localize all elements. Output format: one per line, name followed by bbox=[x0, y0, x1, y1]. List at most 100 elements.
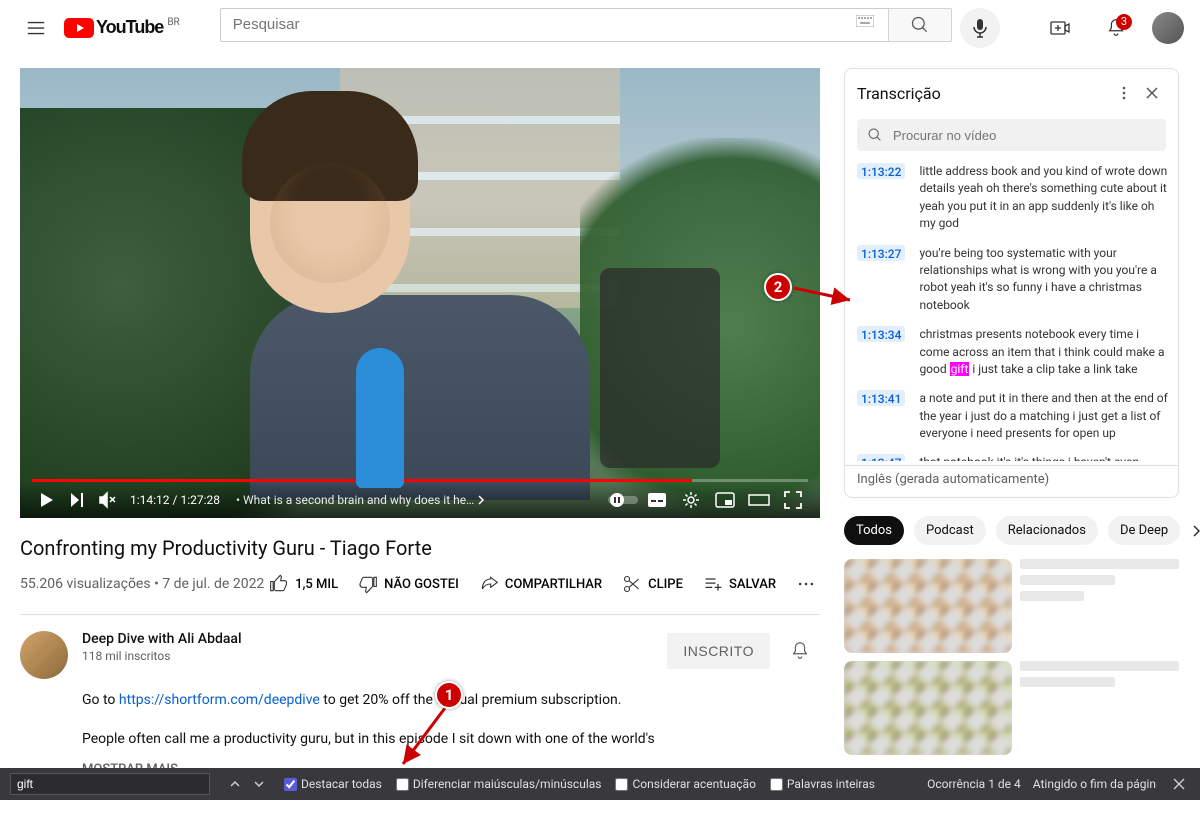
match-case-checkbox[interactable]: Diferenciar maiúsculas/minúsculas bbox=[396, 777, 602, 791]
find-prev-button[interactable] bbox=[224, 773, 246, 795]
annotation-arrow-1 bbox=[395, 706, 455, 774]
channel-row: Deep Dive with Ali Abdaal 118 mil inscri… bbox=[20, 631, 820, 679]
transcript-options-button[interactable] bbox=[1110, 79, 1138, 107]
search-icon bbox=[910, 15, 930, 35]
channel-avatar[interactable] bbox=[20, 631, 68, 679]
transcript-text: christmas presents notebook every time i… bbox=[919, 326, 1170, 378]
transcript-timestamp[interactable]: 1:13:34 bbox=[857, 326, 905, 342]
voice-search-button[interactable] bbox=[960, 8, 1000, 48]
menu-button[interactable] bbox=[16, 8, 56, 48]
chip-channel[interactable]: De Deep bbox=[1108, 516, 1180, 545]
notifications-button[interactable]: 3 bbox=[1096, 8, 1136, 48]
transcript-search[interactable] bbox=[857, 119, 1166, 151]
transcript-list[interactable]: 1:13:22 little address book and you kind … bbox=[845, 159, 1178, 461]
related-videos bbox=[844, 559, 1179, 755]
search-button[interactable] bbox=[888, 8, 952, 42]
chevron-down-icon bbox=[254, 779, 264, 789]
video-meta: 55.206 visualizações • 7 de jul. de 2022… bbox=[20, 568, 820, 600]
create-button[interactable] bbox=[1040, 8, 1080, 48]
whole-words-checkbox[interactable]: Palavras inteiras bbox=[770, 777, 875, 791]
video-player[interactable]: 1:14:12 / 1:27:28 • What is a second bra… bbox=[20, 68, 820, 518]
settings-button[interactable] bbox=[676, 485, 706, 515]
match-accents-checkbox[interactable]: Considerar acentuação bbox=[615, 777, 755, 791]
share-button[interactable]: COMPARTILHAR bbox=[475, 568, 606, 600]
transcript-panel: Transcrição 1:13:22 little address book a… bbox=[844, 68, 1179, 498]
chips-next-button[interactable] bbox=[1190, 524, 1200, 538]
filter-chips: Todos Podcast Relacionados De Deep bbox=[844, 516, 1179, 545]
transcript-row[interactable]: 1:13:47 that notebook it's it's things i … bbox=[857, 450, 1174, 461]
search-input[interactable] bbox=[220, 8, 888, 42]
share-icon bbox=[479, 574, 499, 594]
more-actions-button[interactable] bbox=[792, 568, 820, 600]
like-button[interactable]: 1,5 MIL bbox=[265, 568, 342, 600]
search-bar bbox=[220, 8, 1000, 48]
chip-related[interactable]: Relacionados bbox=[996, 516, 1098, 545]
player-controls: 1:14:12 / 1:27:28 • What is a second bra… bbox=[20, 482, 820, 518]
description-link[interactable]: https://shortform.com/deepdive bbox=[119, 692, 320, 708]
chevron-up-icon bbox=[230, 779, 240, 789]
find-end-reached: Atingido o fim da págin bbox=[1033, 777, 1156, 791]
next-button[interactable] bbox=[62, 485, 92, 515]
save-button[interactable]: SALVAR bbox=[699, 568, 780, 600]
transcript-row[interactable]: 1:13:34 christmas presents notebook every… bbox=[857, 322, 1174, 386]
transcript-timestamp[interactable]: 1:13:27 bbox=[857, 245, 905, 261]
chip-all[interactable]: Todos bbox=[844, 516, 904, 545]
close-transcript-button[interactable] bbox=[1138, 79, 1166, 107]
youtube-logo[interactable]: YouTube BR bbox=[64, 17, 180, 38]
transcript-text: little address book and you kind of wrot… bbox=[919, 163, 1170, 233]
close-icon bbox=[1173, 778, 1185, 790]
channel-name[interactable]: Deep Dive with Ali Abdaal bbox=[82, 631, 653, 647]
transcript-text: you're being too systematic with your re… bbox=[919, 245, 1170, 315]
subscribed-button[interactable]: INSCRITO bbox=[667, 633, 770, 669]
transcript-timestamp[interactable]: 1:13:22 bbox=[857, 163, 905, 179]
theater-button[interactable] bbox=[744, 485, 774, 515]
close-findbar-button[interactable] bbox=[1168, 773, 1190, 795]
transcript-row[interactable]: 1:13:22 little address book and you kind … bbox=[857, 159, 1174, 241]
subtitles-button[interactable] bbox=[642, 485, 672, 515]
chapter-title[interactable]: • What is a second brain and why does it… bbox=[236, 493, 476, 507]
annotation-arrow-2 bbox=[792, 278, 862, 308]
related-item[interactable] bbox=[844, 661, 1179, 755]
transcript-language[interactable]: Inglês (gerada automaticamente) bbox=[845, 465, 1178, 487]
notification-preference-button[interactable] bbox=[780, 631, 820, 671]
play-button[interactable] bbox=[32, 485, 62, 515]
transcript-title: Transcrição bbox=[857, 84, 1110, 103]
transcript-text: that notebook it's it's things i haven't… bbox=[919, 454, 1170, 461]
close-icon bbox=[1144, 85, 1160, 101]
find-occurrence: Ocorrência 1 de 4 bbox=[927, 777, 1021, 791]
transcript-timestamp[interactable]: 1:13:41 bbox=[857, 390, 905, 406]
chip-podcast[interactable]: Podcast bbox=[914, 516, 986, 545]
transcript-search-input[interactable] bbox=[893, 128, 1156, 143]
clip-button[interactable]: CLIPE bbox=[618, 568, 687, 600]
chevron-right-icon bbox=[476, 495, 486, 505]
account-avatar[interactable] bbox=[1152, 12, 1184, 44]
search-highlight: gift bbox=[950, 362, 970, 376]
scissors-icon bbox=[622, 574, 642, 594]
transcript-row[interactable]: 1:13:27 you're being too systematic with … bbox=[857, 241, 1174, 323]
mute-button[interactable] bbox=[92, 485, 122, 515]
youtube-wordmark: YouTube bbox=[96, 17, 163, 38]
transcript-timestamp[interactable]: 1:13:47 bbox=[857, 454, 905, 461]
autoplay-toggle[interactable] bbox=[608, 485, 638, 515]
related-item[interactable] bbox=[844, 559, 1179, 653]
transcript-row[interactable]: 1:13:41 a note and put it in there and th… bbox=[857, 386, 1174, 450]
fullscreen-button[interactable] bbox=[778, 485, 808, 515]
volume-muted-icon bbox=[97, 490, 117, 510]
youtube-play-icon bbox=[64, 18, 94, 38]
find-next-button[interactable] bbox=[248, 773, 270, 795]
transcript-text: a note and put it in there and then at t… bbox=[919, 390, 1170, 442]
highlight-all-checkbox[interactable]: Destacar todas bbox=[284, 777, 382, 791]
video-title: Confronting my Productivity Guru - Tiago… bbox=[20, 536, 820, 560]
keyboard-icon[interactable] bbox=[856, 15, 876, 35]
dislike-button[interactable]: NÃO GOSTEI bbox=[354, 568, 463, 600]
gear-icon bbox=[681, 490, 701, 510]
view-count: 55.206 visualizações bbox=[20, 576, 151, 592]
bell-icon bbox=[789, 640, 811, 662]
upload-date: 7 de jul. de 2022 bbox=[162, 576, 264, 592]
miniplayer-button[interactable] bbox=[710, 485, 740, 515]
thumb-down-icon bbox=[358, 574, 378, 594]
video-actions: 1,5 MIL NÃO GOSTEI COMPARTILHAR CLIPE SA… bbox=[265, 568, 820, 600]
dots-icon bbox=[796, 574, 816, 594]
find-input[interactable] bbox=[10, 773, 210, 795]
subscriber-count: 118 mil inscritos bbox=[82, 649, 653, 663]
